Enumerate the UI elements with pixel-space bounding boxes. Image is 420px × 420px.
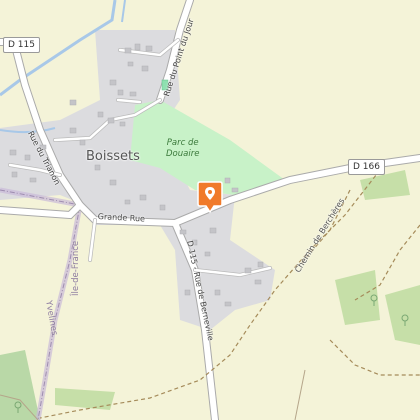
park-label: Parc de Douaire bbox=[166, 138, 199, 159]
region-label-ile-de-france: Île-de-France bbox=[71, 240, 81, 296]
park-label-line-1: Parc de bbox=[166, 138, 199, 148]
park-label-line-2: Douaire bbox=[166, 148, 200, 159]
town-label: Boissets bbox=[86, 149, 140, 164]
poi-marker[interactable] bbox=[197, 180, 223, 214]
d115-shield: D 115 bbox=[3, 37, 40, 53]
d166-shield: D 166 bbox=[348, 159, 385, 175]
map-pin-icon bbox=[197, 181, 223, 214]
map-view[interactable]: D 115 D 166 Boissets Parc de Douaire Rue… bbox=[0, 0, 420, 420]
